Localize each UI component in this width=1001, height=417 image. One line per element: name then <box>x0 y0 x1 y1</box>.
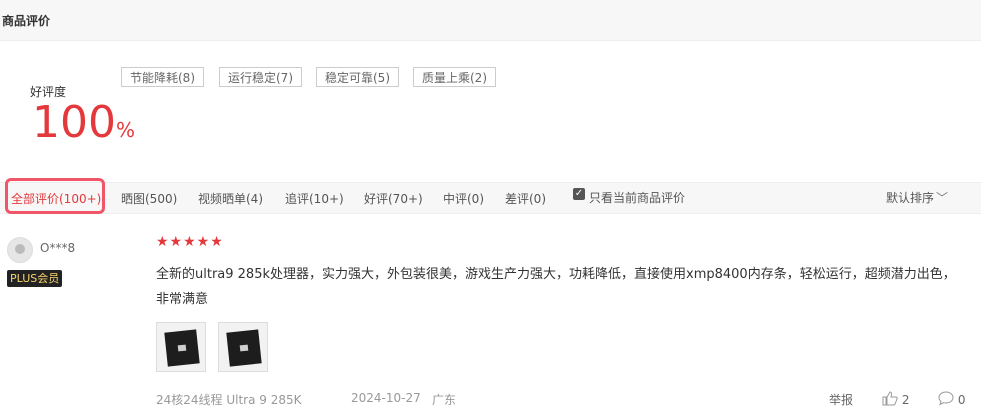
section-title: 商品评价 <box>2 14 51 28</box>
tab-videos[interactable]: 视频晒单(4) <box>198 190 263 207</box>
section-header: 商品评价 <box>0 0 981 41</box>
tag-button[interactable]: 节能降耗(8) <box>121 67 204 87</box>
tab-neutral[interactable]: 中评(0) <box>443 190 484 207</box>
tag-button[interactable]: 质量上乘(2) <box>413 67 496 87</box>
review-location: 广东 <box>432 393 457 407</box>
star-rating: ★★★★★ <box>156 234 224 250</box>
thumbs-up-icon <box>882 391 898 406</box>
like-count: 2 <box>901 393 910 407</box>
tag-button[interactable]: 运行稳定(7) <box>219 67 302 87</box>
sort-label: 默认排序 <box>886 191 935 205</box>
tab-followups[interactable]: 追评(10+) <box>285 190 344 207</box>
review-image[interactable] <box>156 322 206 372</box>
avatar-icon[interactable] <box>7 237 33 263</box>
plus-badge: PLUS会员 <box>7 270 63 287</box>
rating-unit: % <box>115 118 135 142</box>
rating-number: 100 <box>32 97 116 148</box>
tab-negative[interactable]: 差评(0) <box>505 190 546 207</box>
review-image[interactable] <box>218 322 268 372</box>
tab-photos[interactable]: 晒图(500) <box>121 190 177 207</box>
comment-icon <box>938 391 954 406</box>
like-button[interactable]: 2 <box>882 391 909 407</box>
rating-value: 100% <box>32 96 135 150</box>
chevron-down-icon: ﹀ <box>936 191 949 205</box>
only-current-label[interactable]: 只看当前商品评价 <box>589 189 685 206</box>
comment-button[interactable]: 0 <box>938 391 965 407</box>
comment-count: 0 <box>957 393 966 407</box>
checkbox-icon[interactable]: ✓ <box>573 188 585 200</box>
product-variant: 24核24线程 Ultra 9 285K <box>156 393 302 407</box>
report-link[interactable]: 举报 <box>829 391 853 408</box>
review-date: 2024-10-27 <box>351 391 421 405</box>
tag-button[interactable]: 稳定可靠(5) <box>316 67 399 87</box>
review-text: 全新的ultra9 285k处理器，实力强大，外包装很美，游戏生产力强大，功耗降… <box>156 267 956 307</box>
sort-dropdown[interactable]: 默认排序 ﹀ <box>886 189 948 206</box>
tab-positive[interactable]: 好评(70+) <box>364 190 423 207</box>
highlight-outline <box>5 178 105 214</box>
user-name: O***8 <box>40 241 76 255</box>
